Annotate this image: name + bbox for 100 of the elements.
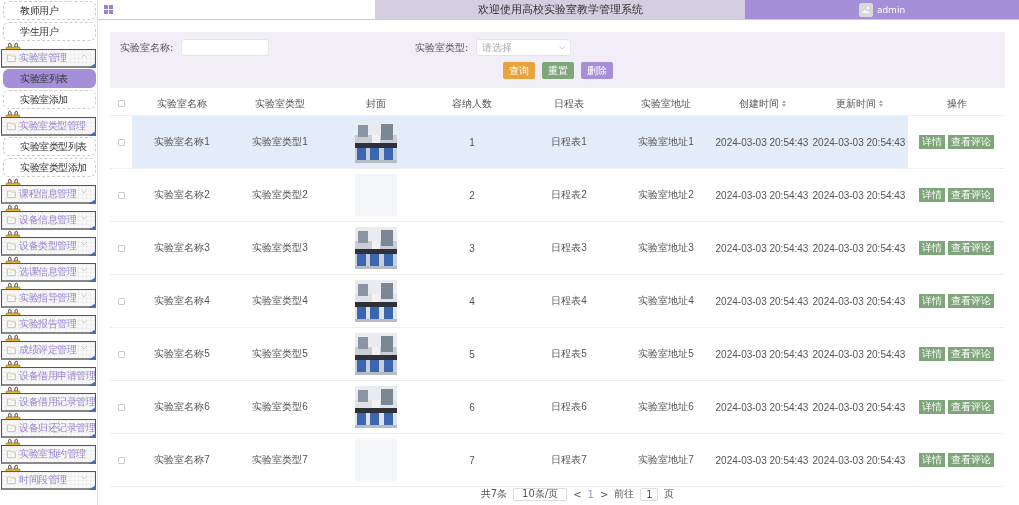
folder-icon bbox=[7, 190, 16, 198]
corner-fold-icon bbox=[88, 329, 96, 334]
row-action-button[interactable]: 详情 bbox=[919, 453, 945, 467]
page-input[interactable]: 1 bbox=[640, 487, 659, 501]
row-action-button[interactable]: 详情 bbox=[919, 241, 945, 255]
checkbox[interactable] bbox=[117, 403, 125, 411]
table-cell: 1 bbox=[424, 116, 520, 169]
row-action-button[interactable]: 详情 bbox=[919, 347, 945, 361]
corner-fold-icon bbox=[88, 355, 96, 360]
sidebar-group[interactable]: 课程信息管理 bbox=[1, 185, 96, 204]
sidebar-item[interactable]: 实验室添加 bbox=[3, 90, 96, 109]
field-label: 实验室类型: bbox=[415, 40, 469, 55]
checkbox[interactable] bbox=[117, 456, 125, 464]
row-action-button[interactable]: 查看评论 bbox=[948, 400, 994, 414]
sidebar-group[interactable]: 时间段管理 bbox=[1, 471, 96, 490]
row-action-button[interactable]: 详情 bbox=[919, 294, 945, 308]
corner-fold-icon bbox=[88, 303, 96, 308]
sidebar-group[interactable]: 实验室管理 bbox=[1, 49, 96, 68]
sidebar-group[interactable]: 成绩评定管理 bbox=[1, 341, 96, 360]
table-cell: 实验室名称1 bbox=[132, 116, 232, 169]
next-page[interactable]: > bbox=[599, 488, 609, 500]
folder-icon bbox=[7, 346, 16, 354]
sidebar-item[interactable]: 教师用户 bbox=[3, 1, 96, 20]
table-cell: 2024-03-03 20:54:43 bbox=[714, 116, 810, 169]
checkbox[interactable] bbox=[117, 191, 125, 199]
corner-fold-icon bbox=[88, 407, 96, 412]
corner-fold-icon bbox=[88, 459, 96, 464]
checkbox[interactable] bbox=[117, 100, 125, 107]
sidebar-item[interactable]: 学生用户 bbox=[3, 22, 96, 41]
row-action-button[interactable]: 详情 bbox=[919, 135, 945, 149]
folder-icon bbox=[7, 294, 16, 302]
avatar-image-icon bbox=[858, 2, 873, 17]
sidebar-group-label: 选课信息管理 bbox=[19, 265, 76, 279]
folder-icon bbox=[7, 268, 16, 276]
sidebar-group[interactable]: 实验室预约管理 bbox=[1, 445, 96, 464]
sort-icon[interactable] bbox=[878, 100, 883, 107]
sidebar-item[interactable]: 实验室列表 bbox=[3, 69, 96, 88]
sidebar-group-label: 设备类型管理 bbox=[19, 239, 76, 253]
folder-icon bbox=[7, 450, 16, 458]
checkbox[interactable] bbox=[117, 297, 125, 305]
folder-icon bbox=[7, 320, 16, 328]
corner-fold-icon bbox=[88, 225, 96, 230]
sidebar-item[interactable]: 实验室类型添加 bbox=[3, 158, 96, 177]
corner-fold-icon bbox=[88, 485, 96, 490]
corner-fold-icon bbox=[88, 199, 96, 204]
checkbox[interactable] bbox=[117, 138, 125, 146]
sidebar-group-label: 课程信息管理 bbox=[19, 187, 76, 201]
checkbox[interactable] bbox=[117, 350, 125, 358]
row-action-button[interactable]: 查看评论 bbox=[948, 347, 994, 361]
sidebar-group-label: 实验室预约管理 bbox=[19, 447, 86, 461]
search-panel-button[interactable]: 删除 bbox=[580, 62, 613, 79]
row-action-button[interactable]: 查看评论 bbox=[948, 294, 994, 308]
sidebar-group-label: 设备信息管理 bbox=[19, 213, 76, 227]
sort-icon[interactable] bbox=[781, 100, 786, 107]
search-panel-button[interactable]: 查询 bbox=[502, 62, 535, 79]
prev-page[interactable]: < bbox=[573, 488, 582, 500]
folder-icon bbox=[7, 54, 16, 62]
sidebar-group[interactable]: 实验指导管理 bbox=[1, 289, 96, 308]
folder-icon bbox=[7, 476, 16, 484]
select-field[interactable]: 请选择 bbox=[476, 39, 572, 56]
sidebar-group[interactable]: 选课信息管理 bbox=[1, 263, 96, 282]
sidebar-group-label: 成绩评定管理 bbox=[19, 343, 76, 357]
row-action-button[interactable]: 查看评论 bbox=[948, 241, 994, 255]
table-cell: 2024-03-03 20:54:43 bbox=[810, 116, 908, 169]
folder-icon bbox=[7, 372, 16, 380]
grid-menu-icon[interactable] bbox=[104, 5, 113, 14]
corner-fold-icon bbox=[88, 433, 96, 438]
sidebar-group-label: 实验室管理 bbox=[19, 51, 67, 65]
sidebar-group-label: 时间段管理 bbox=[19, 473, 67, 487]
search-panel-button[interactable]: 重置 bbox=[541, 62, 574, 79]
corner-fold-icon bbox=[88, 277, 96, 282]
row-action-button[interactable]: 查看评论 bbox=[948, 135, 994, 149]
input-field[interactable] bbox=[181, 39, 270, 56]
sidebar-group[interactable]: 实验报告管理 bbox=[1, 315, 96, 334]
table-cell: 实验室类型1 bbox=[232, 116, 328, 169]
row-action-button[interactable]: 查看评论 bbox=[948, 453, 994, 467]
corner-fold-icon bbox=[88, 381, 96, 386]
folder-icon bbox=[7, 424, 16, 432]
sidebar-item[interactable]: 实验室类型列表 bbox=[3, 137, 96, 156]
row-action-button[interactable]: 查看评论 bbox=[948, 188, 994, 202]
sidebar-group[interactable]: 设备类型管理 bbox=[1, 237, 96, 256]
folder-icon bbox=[7, 122, 16, 130]
row-action-button[interactable]: 详情 bbox=[919, 188, 945, 202]
checkbox[interactable] bbox=[117, 244, 125, 252]
corner-fold-icon bbox=[88, 63, 96, 68]
page-unit: 页 bbox=[664, 487, 675, 501]
sidebar-group[interactable]: 设备信息管理 bbox=[1, 211, 96, 230]
page-size-select[interactable]: 10条/页 bbox=[513, 487, 568, 501]
corner-fold-icon bbox=[88, 131, 96, 136]
system-title: 欢迎使用高校实验室教学管理系统 bbox=[375, 0, 745, 19]
row-action-button[interactable]: 详情 bbox=[919, 400, 945, 414]
table-cell: 实验室地址1 bbox=[618, 116, 714, 169]
sidebar-group-label: 实验报告管理 bbox=[19, 317, 76, 331]
field-label: 实验室名称: bbox=[120, 40, 174, 55]
total-count: 共7条 bbox=[480, 487, 508, 501]
goto-label: 前往 bbox=[614, 487, 635, 501]
chevron-icon bbox=[559, 45, 566, 50]
corner-fold-icon bbox=[88, 251, 96, 256]
username[interactable]: admin bbox=[876, 4, 906, 15]
page-number[interactable]: 1 bbox=[587, 488, 594, 500]
